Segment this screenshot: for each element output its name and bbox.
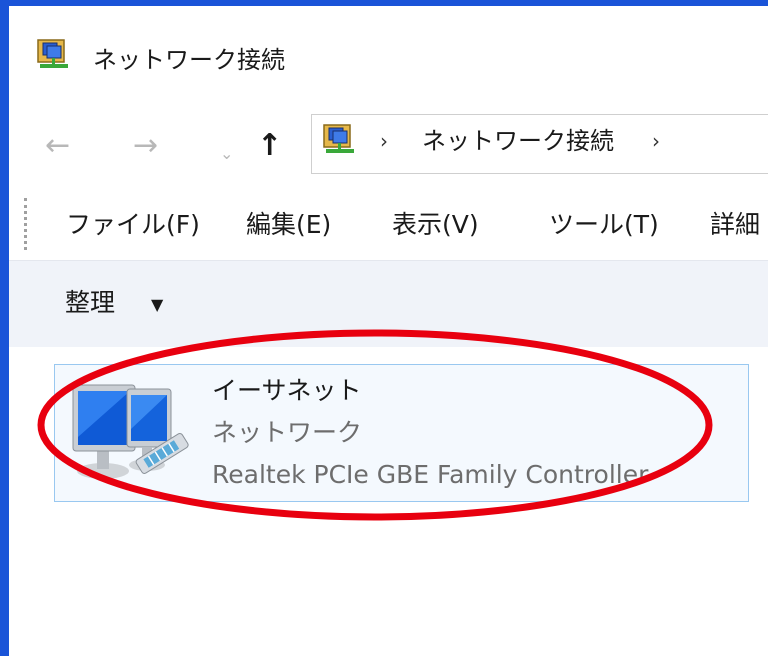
ethernet-adapter-item[interactable]: イーサネット ネットワーク Realtek PCIe GBE Family Co… xyxy=(54,364,749,502)
menu-tools[interactable]: ツール(T) xyxy=(549,210,659,240)
back-arrow-icon[interactable]: ← xyxy=(45,128,70,164)
breadcrumb-separator-icon[interactable]: › xyxy=(652,129,660,153)
adapter-device-name: Realtek PCIe GBE Family Controller xyxy=(212,460,649,489)
breadcrumb-separator-icon[interactable]: › xyxy=(380,129,388,153)
network-connections-icon xyxy=(37,39,68,68)
command-bar: 整理 ▼ xyxy=(9,260,768,348)
dropdown-arrow-icon[interactable]: ▼ xyxy=(151,295,163,314)
menu-edit[interactable]: 編集(E) xyxy=(246,210,331,240)
forward-arrow-icon[interactable]: → xyxy=(133,128,158,164)
navigation-bar: ← → ⌄ ↑ › ネットワーク接続 › xyxy=(9,102,768,188)
network-connections-icon xyxy=(323,124,354,153)
title-bar[interactable]: ネットワーク接続 xyxy=(9,6,768,102)
window-title: ネットワーク接続 xyxy=(93,46,285,74)
window-border-left xyxy=(0,0,9,656)
up-arrow-icon[interactable]: ↑ xyxy=(257,128,282,164)
address-bar[interactable]: › ネットワーク接続 › xyxy=(311,114,768,174)
adapter-status: ネットワーク xyxy=(212,418,363,447)
organize-button[interactable]: 整理 xyxy=(65,288,115,318)
menu-file[interactable]: ファイル(F) xyxy=(66,210,200,240)
adapter-name: イーサネット xyxy=(212,376,362,405)
menu-grip-handle[interactable] xyxy=(24,198,30,250)
ethernet-adapter-icon xyxy=(72,384,189,479)
menu-view[interactable]: 表示(V) xyxy=(392,210,479,240)
menu-advanced[interactable]: 詳細 xyxy=(710,210,760,240)
menu-bar: ファイル(F) 編集(E) 表示(V) ツール(T) 詳細 xyxy=(9,188,768,260)
content-pane: イーサネット ネットワーク Realtek PCIe GBE Family Co… xyxy=(9,347,768,656)
recent-locations-chevron-icon[interactable]: ⌄ xyxy=(220,136,233,172)
breadcrumb-network-connections[interactable]: ネットワーク接続 xyxy=(422,127,614,155)
